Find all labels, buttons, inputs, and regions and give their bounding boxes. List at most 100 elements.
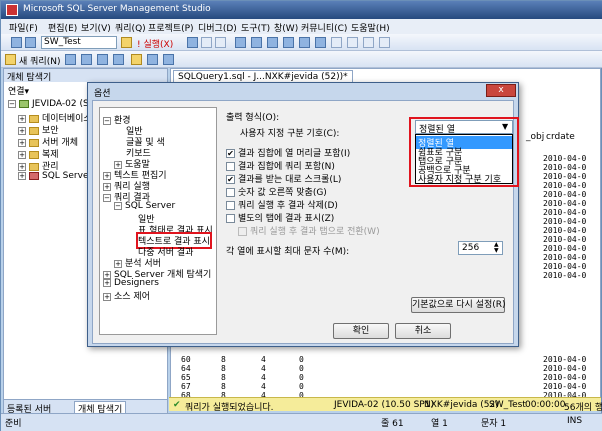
agent-icon bbox=[29, 171, 39, 180]
analysis-query-icon[interactable] bbox=[81, 54, 92, 65]
outdent-icon[interactable] bbox=[379, 37, 390, 48]
checkbox-scroll-results[interactable]: ✔ 결과를 받는 대로 스크롤(L) bbox=[226, 172, 341, 185]
checkbox-include-headers[interactable]: ✔ 결과 집합에 열 머리글 포함(I) bbox=[226, 146, 350, 159]
folder-icon bbox=[29, 138, 39, 147]
menu-debug[interactable]: 디버그(D) bbox=[198, 21, 237, 34]
column-header-obj: _obj bbox=[526, 132, 545, 142]
options-tree: − 환경 일반 글꼴 및 색 키보드 + 도움말 + 텍스트 편집기 + 쿼리 실행 −… bbox=[99, 107, 217, 335]
expand-icon[interactable]: + bbox=[18, 138, 26, 147]
checkbox-unchecked[interactable] bbox=[226, 214, 235, 223]
database-name: SW_Test bbox=[489, 400, 526, 410]
expand-icon[interactable]: + bbox=[103, 292, 111, 301]
collapse-icon[interactable]: − bbox=[103, 116, 111, 125]
reset-defaults-button[interactable]: 기본값으로 다시 설정(R) bbox=[411, 297, 506, 313]
open-file-icon[interactable] bbox=[131, 54, 142, 65]
query-options-icon[interactable] bbox=[267, 37, 278, 48]
expand-icon[interactable]: + bbox=[18, 150, 26, 159]
connect-button[interactable]: 연결▾ bbox=[8, 84, 29, 97]
collapse-icon[interactable]: − bbox=[114, 201, 122, 210]
expand-icon[interactable]: + bbox=[103, 278, 111, 287]
checkbox-disabled bbox=[238, 227, 247, 236]
elapsed-time: 00:00:00 bbox=[525, 400, 566, 410]
menu-tools[interactable]: 도구(T) bbox=[241, 21, 270, 34]
user-name: NXK#jevida (52) bbox=[424, 400, 499, 410]
result-rows: 60 8 4 0 64 8 4 0 65 8 4 0 67 8 4 0 68 8 4 0 bbox=[181, 355, 304, 400]
ready-status: 준비 bbox=[5, 419, 22, 429]
menu-window[interactable]: 창(W) bbox=[274, 21, 298, 34]
mdx-query-icon[interactable] bbox=[97, 54, 108, 65]
comment-icon[interactable] bbox=[331, 37, 342, 48]
folder-icon bbox=[29, 162, 39, 171]
cancel-button[interactable]: 취소 bbox=[395, 323, 451, 339]
expand-icon[interactable]: + bbox=[18, 171, 26, 180]
object-explorer-title: 개체 탐색기 bbox=[4, 69, 167, 83]
max-chars-input[interactable]: 256 ▲ ▼ bbox=[458, 241, 503, 255]
server-name: JEVIDA-02 (10.50 SP1) bbox=[334, 400, 434, 410]
save-icon[interactable] bbox=[147, 54, 158, 65]
db-engine-query-icon[interactable] bbox=[65, 54, 76, 65]
checkbox-include-query[interactable]: 결과 집합에 쿼리 포함(N) bbox=[226, 159, 335, 172]
menu-edit[interactable]: 편집(E) bbox=[48, 21, 77, 34]
plan-icon[interactable] bbox=[251, 37, 262, 48]
checkbox-unchecked[interactable] bbox=[226, 201, 235, 210]
expand-icon[interactable]: + bbox=[18, 126, 26, 135]
checkbox-right-align[interactable]: 숫자 값 오른쪽 맞춤(G) bbox=[226, 185, 327, 198]
char-number: 문자 1 bbox=[481, 419, 507, 429]
menu-bar: 파일(F) 편집(E) 보기(V) 쿼리(Q) 프로젝트(P) 디버그(D) 도… bbox=[1, 19, 602, 34]
spinner-icon[interactable]: ▲ ▼ bbox=[494, 242, 499, 254]
checkbox-unchecked[interactable] bbox=[226, 162, 235, 171]
play-icon[interactable] bbox=[187, 37, 198, 48]
menu-project[interactable]: 프로젝트(P) bbox=[148, 21, 194, 34]
highlight-box bbox=[409, 117, 519, 187]
title-bar: Microsoft SQL Server Management Studio bbox=[1, 1, 602, 19]
parse-icon[interactable] bbox=[235, 37, 246, 48]
menu-help[interactable]: 도움말(H) bbox=[351, 21, 390, 34]
uncomment-icon[interactable] bbox=[347, 37, 358, 48]
custom-delimiter-label: 사용자 지정 구분 기호(C): bbox=[240, 129, 340, 139]
collapse-icon[interactable]: − bbox=[8, 99, 16, 108]
dialog-body: − 환경 일반 글꼴 및 색 키보드 + 도움말 + 텍스트 편집기 + 쿼리 실행 −… bbox=[92, 100, 519, 344]
menu-community[interactable]: 커뮤니티(C) bbox=[301, 21, 347, 34]
toolbar-query: SW_Test ! 실행(X) bbox=[1, 34, 602, 51]
db-icon[interactable] bbox=[25, 37, 36, 48]
tree-node-designers[interactable]: + Designers bbox=[103, 278, 159, 288]
app-window: Microsoft SQL Server Management Studio 파… bbox=[0, 0, 602, 431]
line-number: 줄 61 bbox=[381, 419, 404, 429]
options-dialog: 옵션 x − 환경 일반 글꼴 및 색 키보드 + 도움말 + 텍스트 편집기 + 쿼리… bbox=[87, 82, 519, 347]
checkbox-unchecked[interactable] bbox=[226, 188, 235, 197]
database-select[interactable]: SW_Test bbox=[41, 36, 117, 49]
results-to-grid-icon[interactable] bbox=[299, 37, 310, 48]
xmla-query-icon[interactable] bbox=[113, 54, 124, 65]
checkbox-checked[interactable]: ✔ bbox=[226, 149, 235, 158]
close-button[interactable]: x bbox=[486, 84, 516, 97]
menu-query[interactable]: 쿼리(Q) bbox=[115, 21, 146, 34]
query-status-message: 쿼리가 실행되었습니다. bbox=[185, 403, 274, 413]
checkbox-switch-to-results: 쿼리 실행 후 결과 탭으로 전환(W) bbox=[238, 224, 380, 237]
folder-icon bbox=[29, 114, 39, 123]
tree-node-sql-server[interactable]: − SQL Server bbox=[114, 201, 175, 211]
tree-node-source-control[interactable]: + 소스 제어 bbox=[103, 289, 150, 302]
debug-icon[interactable] bbox=[121, 37, 132, 48]
new-query-icon[interactable] bbox=[5, 54, 16, 65]
expand-icon[interactable]: + bbox=[18, 162, 26, 171]
execute-button[interactable]: ! 실행(X) bbox=[137, 37, 173, 50]
results-to-file-icon[interactable] bbox=[315, 37, 326, 48]
indent-icon[interactable] bbox=[363, 37, 374, 48]
ok-button[interactable]: 확인 bbox=[333, 323, 389, 339]
expand-icon[interactable]: + bbox=[18, 114, 26, 123]
window-title: Microsoft SQL Server Management Studio bbox=[23, 4, 211, 14]
save-all-icon[interactable] bbox=[163, 54, 174, 65]
folder-icon bbox=[29, 150, 39, 159]
db-icon[interactable] bbox=[11, 37, 22, 48]
check-icon[interactable] bbox=[215, 37, 226, 48]
menu-view[interactable]: 보기(V) bbox=[81, 21, 111, 34]
checkbox-checked[interactable]: ✔ bbox=[226, 175, 235, 184]
explorer-tab-strip: 등록된 서버 개체 탐색기 bbox=[4, 399, 167, 416]
stop-icon[interactable] bbox=[201, 37, 212, 48]
checkbox-separate-tab[interactable]: 별도의 탭에 결과 표시(Z) bbox=[226, 211, 334, 224]
checkbox-discard-results[interactable]: 쿼리 실행 후 결과 삭제(D) bbox=[226, 198, 338, 211]
new-query-button[interactable]: 새 쿼리(N) bbox=[19, 54, 60, 67]
collapse-icon[interactable]: − bbox=[103, 193, 111, 202]
menu-file[interactable]: 파일(F) bbox=[9, 21, 38, 34]
results-to-text-icon[interactable] bbox=[283, 37, 294, 48]
